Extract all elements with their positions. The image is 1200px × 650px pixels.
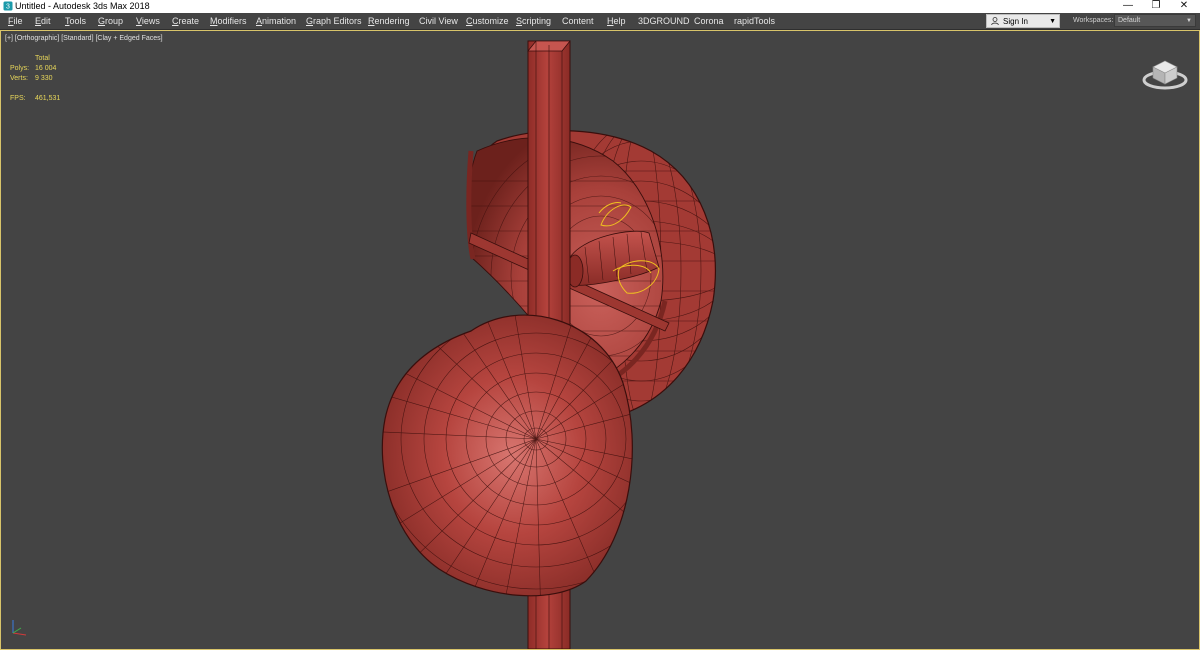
menu-edit[interactable]: Edit	[35, 15, 51, 27]
scene-render	[381, 40, 716, 649]
chevron-down-icon: ▼	[1049, 18, 1056, 25]
chevron-down-icon: ▼	[1186, 18, 1192, 24]
polys-label: Polys:	[10, 65, 30, 72]
menu-rapidtools[interactable]: rapidTools	[734, 15, 775, 27]
title-bar: 3 Untitled - Autodesk 3ds Max 2018 — ❐ ✕	[0, 0, 1200, 13]
menu-views[interactable]: Views	[136, 15, 160, 27]
menu-animation[interactable]: Animation	[256, 15, 296, 27]
menu-create[interactable]: Create	[172, 15, 199, 27]
fps-value: 461,531	[35, 95, 61, 102]
stats-header: Total	[35, 55, 50, 62]
workspaces-value: Default	[1118, 17, 1141, 24]
close-button[interactable]: ✕	[1170, 0, 1198, 13]
perspective-viewport[interactable]: [+] [Orthographic] [Standard] [Clay + Ed…	[0, 30, 1200, 650]
window-title: Untitled - Autodesk 3ds Max 2018	[15, 1, 150, 11]
polys-value: 16 004	[35, 65, 57, 72]
restore-button[interactable]: ❐	[1142, 0, 1170, 13]
menu-civil-view[interactable]: Civil View	[419, 15, 458, 27]
menu-scripting[interactable]: Scripting	[516, 15, 551, 27]
axis-tripod-icon	[12, 620, 27, 636]
minimize-button[interactable]: —	[1114, 0, 1142, 13]
menu-graph-editors[interactable]: Graph Editors	[306, 15, 362, 27]
menu-corona[interactable]: Corona	[694, 15, 724, 27]
fps-label: FPS:	[10, 95, 26, 102]
verts-label: Verts:	[10, 75, 28, 82]
verts-value: 9 330	[35, 75, 53, 82]
viewcube-icon[interactable]	[1141, 53, 1189, 91]
menu-content[interactable]: Content	[562, 15, 594, 27]
menu-tools[interactable]: Tools	[65, 15, 86, 27]
viewport-label[interactable]: [+] [Orthographic] [Standard] [Clay + Ed…	[5, 34, 163, 43]
menu-group[interactable]: Group	[98, 15, 123, 27]
3ds-max-logo-icon: 3	[3, 1, 13, 11]
sign-in-dropdown[interactable]: Sign In ▼	[986, 14, 1060, 28]
menu-help[interactable]: Help	[607, 15, 626, 27]
menu-file[interactable]: File	[8, 15, 23, 27]
menu-customize[interactable]: Customize	[466, 15, 509, 27]
sign-in-label: Sign In	[1003, 17, 1028, 26]
menu-rendering[interactable]: Rendering	[368, 15, 410, 27]
menu-3dground[interactable]: 3DGROUND	[638, 15, 690, 27]
workspaces-label: Workspaces:	[1073, 17, 1114, 24]
svg-text:3: 3	[6, 4, 10, 11]
user-icon	[991, 17, 999, 25]
menu-modifiers[interactable]: Modifiers	[210, 15, 247, 27]
workspaces-select[interactable]: Default ▼	[1114, 14, 1196, 27]
